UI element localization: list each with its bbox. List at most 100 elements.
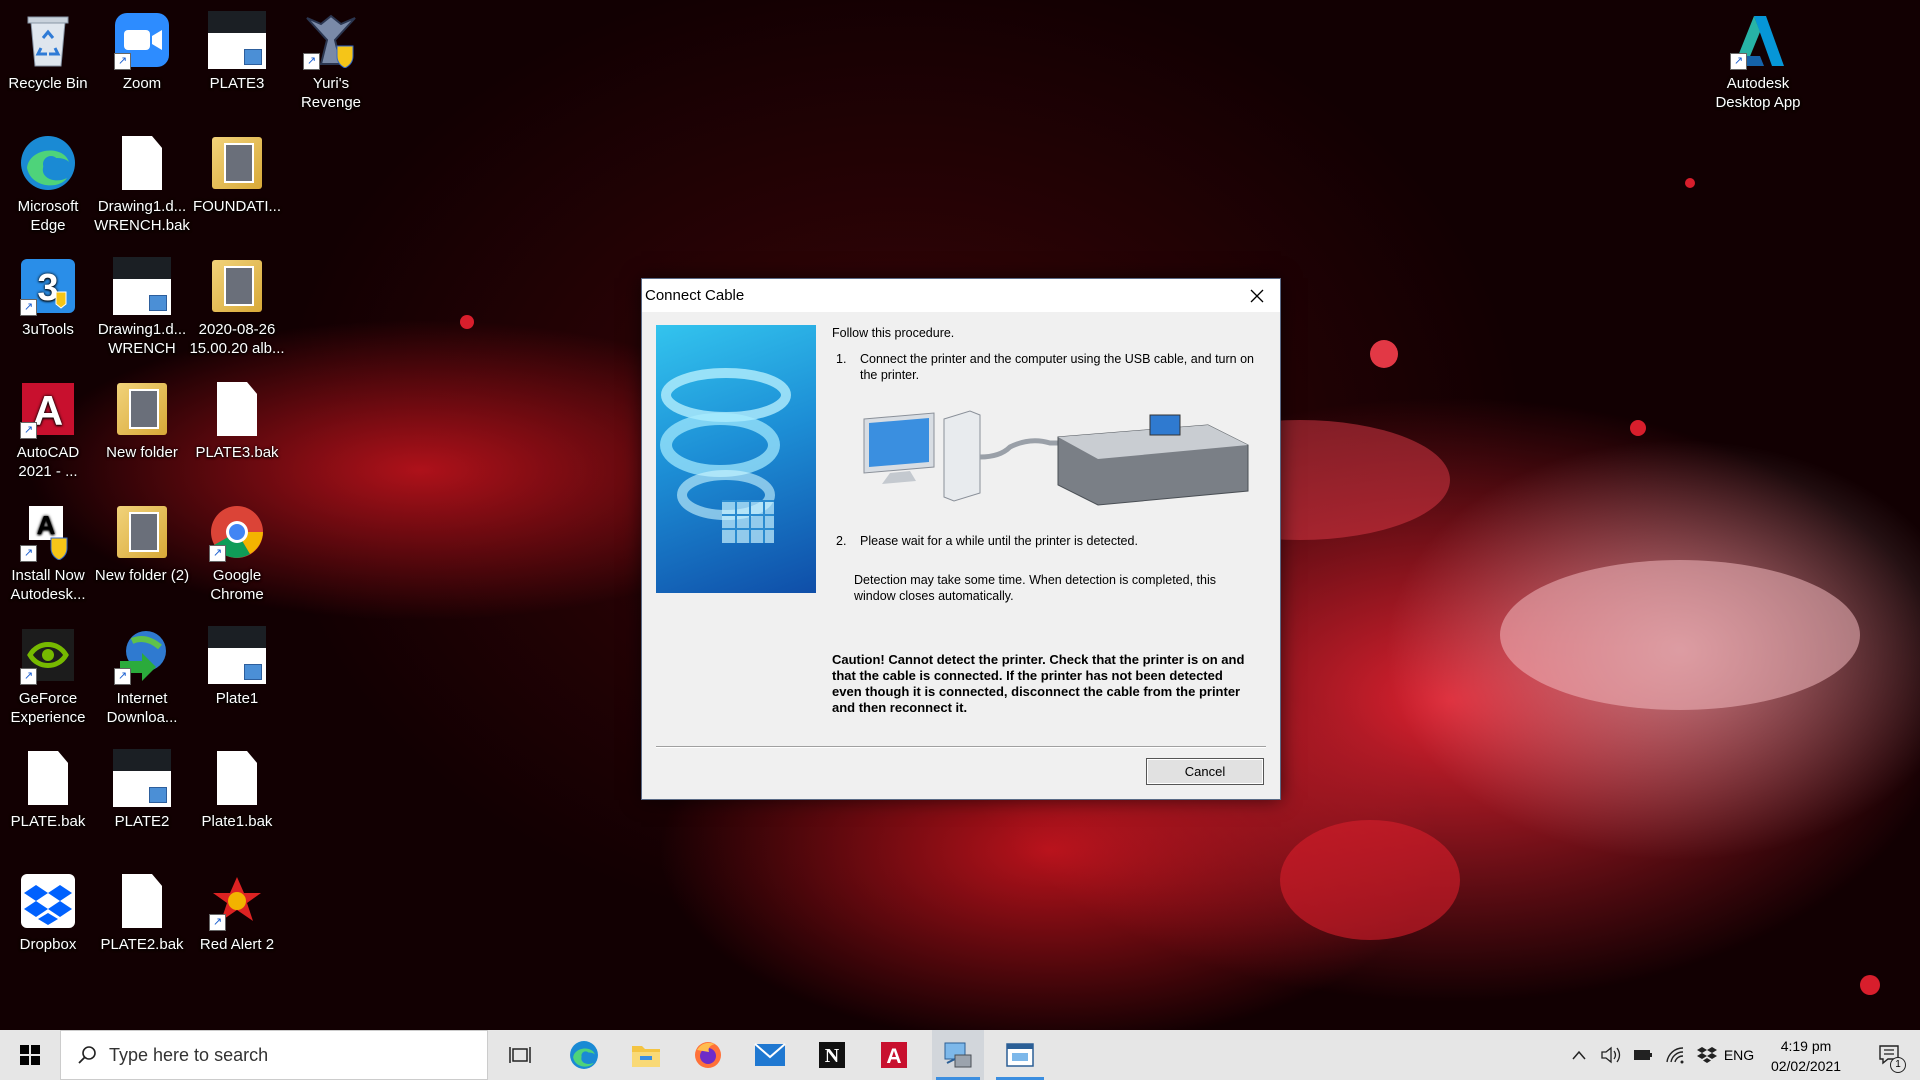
desktop-icon-dropbox[interactable]: Dropbox <box>0 865 96 954</box>
desktop-icon-plate-bak[interactable]: PLATE.bak <box>0 742 96 831</box>
taskbar-autocad[interactable]: A <box>870 1030 918 1080</box>
desktop-icon-install-autodesk[interactable]: A ↗ Install Now Autodesk... <box>0 496 96 604</box>
desktop-icon-foundation[interactable]: FOUNDATI... <box>189 127 285 216</box>
taskbar-mail[interactable] <box>746 1030 794 1080</box>
desktop-icon-plate3-bak[interactable]: PLATE3.bak <box>189 373 285 462</box>
desktop-icon-label: 2020-08-26 15.00.20 alb... <box>189 321 285 357</box>
volume-button[interactable] <box>1598 1030 1624 1080</box>
geforce-icon: ↗ <box>18 625 78 685</box>
desktop-icon-new-folder[interactable]: New folder <box>94 373 190 462</box>
battery-icon <box>1634 1050 1652 1060</box>
taskbar-printer-setup[interactable] <box>932 1030 984 1080</box>
desktop-icon-drawing1-wrench[interactable]: Drawing1.d... WRENCH <box>94 250 190 358</box>
language-indicator[interactable]: ENG <box>1722 1030 1756 1080</box>
search-box[interactable]: Type here to search <box>60 1030 488 1080</box>
desktop-icon-plate1-bak[interactable]: Plate1.bak <box>189 742 285 831</box>
shortcut-arrow-icon: ↗ <box>20 668 37 685</box>
shortcut-arrow-icon: ↗ <box>209 545 226 562</box>
desktop-icon-geforce[interactable]: ↗ GeForce Experience <box>0 619 96 727</box>
desktop-icon-autodesk-desktop-app[interactable]: ↗ Autodesk Desktop App <box>1705 4 1811 112</box>
shortcut-arrow-icon: ↗ <box>20 299 37 316</box>
search-placeholder: Type here to search <box>109 1044 269 1065</box>
cancel-button[interactable]: Cancel <box>1146 758 1264 785</box>
action-center-button[interactable]: 1 <box>1866 1030 1914 1080</box>
svg-text:3: 3 <box>37 267 58 309</box>
step-2: 2. Please wait for a while until the pri… <box>832 533 1262 549</box>
desktop-icon-label: Zoom <box>122 75 162 92</box>
chrome-icon: ↗ <box>207 502 267 562</box>
autocad-icon: A <box>881 1042 907 1068</box>
dwg-file-icon <box>207 10 267 70</box>
desktop-icon-3utools[interactable]: 3 ↗ 3uTools <box>0 250 96 339</box>
desktop-icon-plate3[interactable]: PLATE3 <box>189 4 285 93</box>
desktop-icon-label: Drawing1.d... WRENCH <box>97 321 187 357</box>
step-number: 1. <box>836 352 847 366</box>
desktop-icon-zoom[interactable]: ↗ Zoom <box>94 4 190 93</box>
network-button[interactable] <box>1662 1030 1688 1080</box>
task-view-icon <box>509 1047 531 1063</box>
desktop-icon-label: Autodesk Desktop App <box>1715 75 1801 111</box>
shortcut-arrow-icon: ↗ <box>20 545 37 562</box>
spiral-graphic <box>656 325 816 593</box>
desktop-icon-plate2-bak[interactable]: PLATE2.bak <box>94 865 190 954</box>
svg-text:A: A <box>33 387 63 434</box>
desktop-icon-label: AutoCAD 2021 - ... <box>16 444 80 480</box>
dialog-body: Follow this procedure. 1. Connect the pr… <box>642 312 1280 799</box>
desktop-icon-recycle-bin[interactable]: Recycle Bin <box>0 4 96 93</box>
desktop-icon-album-folder[interactable]: 2020-08-26 15.00.20 alb... <box>189 250 285 358</box>
desktop-icon-drawing1-wrench-bak[interactable]: Drawing1.d... WRENCH.bak <box>94 127 190 235</box>
desktop-icon-yuris-revenge[interactable]: ↗ Yuri's Revenge <box>283 4 379 112</box>
dropbox-tray-button[interactable] <box>1694 1030 1720 1080</box>
divider <box>656 746 1266 748</box>
file-explorer-icon <box>632 1046 660 1067</box>
svg-text:A: A <box>37 510 56 540</box>
desktop-icon-red-alert-2[interactable]: ↗ Red Alert 2 <box>189 865 285 954</box>
instructions: Follow this procedure. 1. Connect the pr… <box>832 325 1262 604</box>
folder-icon <box>112 502 172 562</box>
desktop-icon-microsoft-edge[interactable]: Microsoft Edge <box>0 127 96 235</box>
shortcut-arrow-icon: ↗ <box>114 668 131 685</box>
mail-icon <box>754 1043 786 1066</box>
search-icon <box>78 1046 96 1064</box>
taskbar: Type here to search N A ENG 4:19 pm 02/0… <box>0 1030 1920 1080</box>
clock[interactable]: 4:19 pm 02/02/2021 <box>1756 1036 1856 1076</box>
battery-button[interactable] <box>1630 1030 1656 1080</box>
desktop-icon-plate1[interactable]: Plate1 <box>189 619 285 708</box>
taskbar-firefox[interactable] <box>684 1030 732 1080</box>
taskbar-edge[interactable] <box>560 1030 608 1080</box>
desktop-icon-plate2[interactable]: PLATE2 <box>94 742 190 831</box>
desktop-icon-autocad[interactable]: A ↗ AutoCAD 2021 - ... <box>0 373 96 481</box>
edge-icon <box>18 133 78 193</box>
desktop-icon-label: Dropbox <box>19 936 77 953</box>
taskbar-notion[interactable]: N <box>808 1030 856 1080</box>
taskbar-active-window[interactable] <box>992 1030 1048 1080</box>
desktop-icon-label: Internet Downloa... <box>106 690 178 726</box>
close-button[interactable] <box>1234 279 1280 312</box>
desktop-icon-label: Install Now Autodesk... <box>10 567 86 603</box>
connect-cable-dialog[interactable]: Connect Cable Follow this procedure. 1. … <box>641 278 1281 800</box>
shortcut-arrow-icon: ↗ <box>1730 53 1747 70</box>
file-icon <box>18 748 78 808</box>
yuris-revenge-icon: ↗ <box>301 10 361 70</box>
desktop-icon-google-chrome[interactable]: ↗ Google Chrome <box>189 496 285 604</box>
active-window-icon <box>1006 1043 1034 1067</box>
task-view-button[interactable] <box>496 1030 544 1080</box>
red-alert-icon: ↗ <box>207 871 267 931</box>
svg-text:A: A <box>886 1045 901 1068</box>
start-button[interactable] <box>0 1030 60 1080</box>
volume-icon <box>1601 1046 1621 1064</box>
desktop-icon-internet-download-manager[interactable]: ↗ Internet Downloa... <box>94 619 190 727</box>
dialog-titlebar[interactable]: Connect Cable <box>642 279 1280 312</box>
desktop-icon-label: 3uTools <box>22 321 74 338</box>
step-1: 1. Connect the printer and the computer … <box>832 351 1262 383</box>
shortcut-arrow-icon: ↗ <box>209 914 226 931</box>
shortcut-arrow-icon: ↗ <box>114 53 131 70</box>
chevron-up-icon <box>1572 1050 1586 1060</box>
show-hidden-icons-button[interactable] <box>1566 1030 1592 1080</box>
file-icon <box>112 871 172 931</box>
desktop-icon-label: PLATE3.bak <box>195 444 279 461</box>
windows-icon <box>20 1045 40 1065</box>
desktop-icon-label: New folder (2) <box>94 567 190 584</box>
taskbar-file-explorer[interactable] <box>622 1030 670 1080</box>
desktop-icon-new-folder-2[interactable]: New folder (2) <box>94 496 190 585</box>
